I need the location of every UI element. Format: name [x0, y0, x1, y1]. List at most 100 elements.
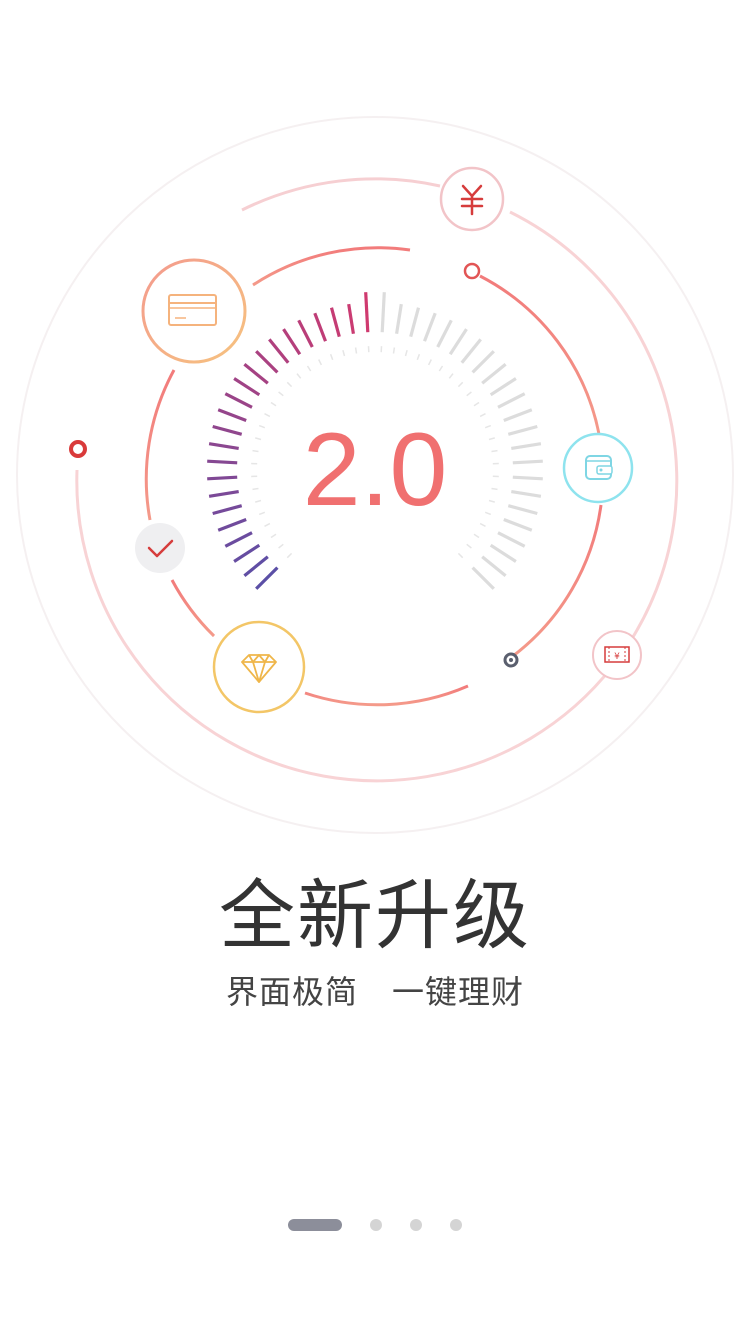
- gauge-minor-tick: [252, 449, 259, 453]
- pink-ring: [241, 177, 441, 212]
- page-dot-4[interactable]: [450, 1219, 462, 1231]
- bank-card-icon: [141, 258, 247, 364]
- page-indicator: [0, 1218, 750, 1232]
- gauge-tick: [512, 459, 543, 465]
- gauge-minor-tick: [466, 391, 472, 397]
- gauge-minor-tick: [488, 437, 495, 441]
- gauge-tick: [233, 543, 261, 563]
- gauge-tick: [212, 424, 243, 436]
- subtitle-right: 一键理财: [392, 973, 525, 1011]
- gauge-minor-tick: [491, 487, 498, 491]
- gauge-minor-tick: [329, 353, 334, 361]
- gauge-minor-tick: [296, 373, 302, 379]
- gauge-minor-tick: [306, 365, 312, 372]
- gauge-tick: [313, 312, 327, 342]
- gauge-tick: [409, 307, 421, 338]
- gauge-tick: [489, 377, 517, 397]
- gauge-tick: [364, 292, 370, 333]
- gauge-minor-tick: [457, 381, 464, 388]
- marker-red-top: [463, 262, 481, 280]
- gauge-tick: [255, 566, 279, 590]
- gauge-tick: [224, 392, 253, 409]
- gauge-minor-tick: [354, 347, 358, 354]
- gauge-tick: [208, 490, 239, 498]
- gauge-tick: [497, 392, 526, 409]
- gauge-minor-tick: [255, 499, 262, 503]
- gauge-minor-tick: [457, 552, 464, 559]
- gauge-minor-tick: [286, 381, 293, 388]
- marker-red-left: [69, 440, 87, 458]
- gauge-minor-tick: [404, 350, 408, 357]
- gauge-minor-tick: [255, 437, 262, 441]
- intro-subtitle: 界面极简 一键理财: [0, 970, 750, 1014]
- gauge-tick: [207, 475, 238, 481]
- gauge-tick: [489, 543, 517, 563]
- page-dot-1[interactable]: [288, 1219, 342, 1231]
- intro-title: 全新升级: [219, 871, 531, 960]
- gauge-tick: [347, 303, 355, 334]
- gauge-minor-tick: [258, 511, 266, 516]
- gauge-minor-tick: [473, 401, 480, 407]
- gauge-tick: [423, 312, 437, 342]
- gauge-tick: [503, 408, 533, 422]
- gauge-tick: [217, 408, 247, 422]
- gauge-tick: [436, 319, 453, 348]
- gauge-tick: [395, 303, 403, 334]
- gauge-minor-tick: [448, 373, 454, 379]
- gauge-tick: [507, 504, 538, 516]
- gauge-minor-tick: [484, 511, 492, 516]
- gauge-tick: [243, 555, 269, 577]
- gauge-minor-tick: [264, 413, 271, 418]
- coupon-icon: ¥: [592, 630, 642, 680]
- gauge-minor-tick: [466, 543, 472, 549]
- gauge-tick: [217, 518, 247, 532]
- gauge-tick: [243, 363, 269, 385]
- page-dot-3[interactable]: [410, 1219, 422, 1231]
- gauge-minor-tick: [427, 359, 432, 366]
- gauge-minor-tick: [479, 522, 486, 527]
- gauge-minor-tick: [318, 359, 323, 366]
- gauge-minor-tick: [491, 449, 498, 453]
- gauge-minor-tick: [270, 533, 277, 539]
- gauge-tick: [497, 531, 526, 548]
- gauge-tick: [208, 442, 239, 450]
- page-dot-2[interactable]: [370, 1219, 382, 1231]
- gauge-minor-tick: [488, 499, 495, 503]
- gauge-tick: [511, 490, 542, 498]
- gauge-tick: [448, 328, 468, 356]
- gauge-tick: [471, 350, 495, 374]
- gauge-tick: [224, 531, 253, 548]
- gauge-tick: [282, 328, 302, 356]
- gauge-tick: [268, 338, 290, 364]
- gauge-tick: [233, 377, 261, 397]
- gauge-tick: [507, 424, 538, 436]
- gauge-minor-tick: [258, 424, 266, 429]
- gauge-tick: [511, 442, 542, 450]
- gauge-minor-tick: [473, 533, 480, 539]
- gauge-tick: [471, 566, 495, 590]
- gauge-minor-tick: [264, 522, 271, 527]
- gauge-minor-tick: [416, 353, 421, 361]
- upgrade-illustration: 2.0 ¥: [16, 116, 734, 834]
- yuan-icon: [439, 166, 505, 232]
- gauge-minor-tick: [252, 487, 259, 491]
- gauge-minor-tick: [286, 552, 293, 559]
- subtitle-left: 界面极简: [225, 973, 358, 1011]
- gauge-tick: [380, 292, 386, 333]
- gauge-minor-tick: [278, 391, 284, 397]
- gauge-minor-tick: [392, 347, 396, 354]
- gauge-minor-tick: [278, 543, 284, 549]
- gauge-minor-tick: [438, 365, 444, 372]
- diamond-icon: [212, 620, 306, 714]
- wallet-icon: [562, 432, 634, 504]
- gauge-tick: [503, 518, 533, 532]
- gauge-tick: [460, 338, 482, 364]
- svg-text:¥: ¥: [614, 652, 620, 662]
- gauge-tick: [512, 475, 543, 481]
- gauge-tick: [481, 555, 507, 577]
- gauge-minor-tick: [484, 424, 492, 429]
- gauge-tick: [207, 459, 238, 465]
- gauge-minor-tick: [270, 401, 277, 407]
- gauge-tick: [255, 350, 279, 374]
- gauge-tick: [212, 504, 243, 516]
